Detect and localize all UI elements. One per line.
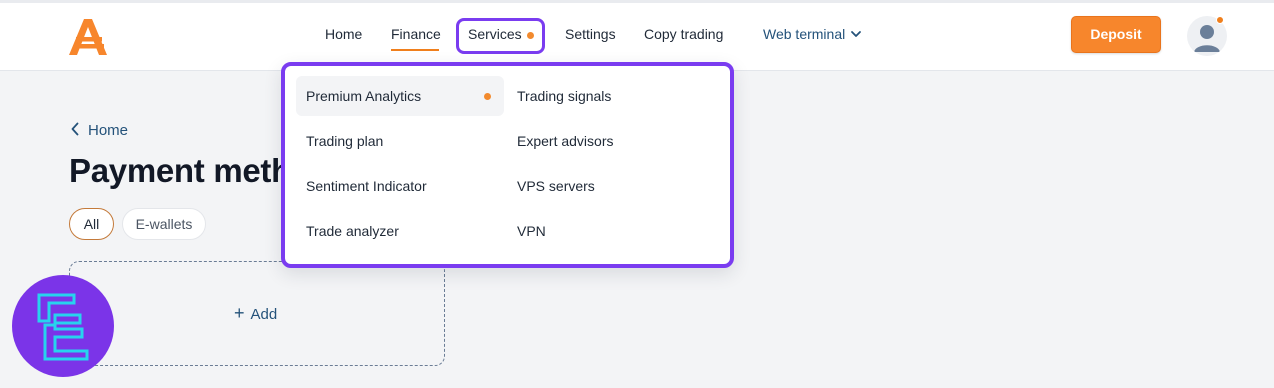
menu-item-vps-servers[interactable]: VPS servers [507, 166, 717, 206]
tc-logo-icon [37, 293, 89, 361]
menu-item-premium-analytics[interactable]: Premium Analytics [296, 76, 504, 116]
nav-copy-trading[interactable]: Copy trading [644, 24, 723, 44]
menu-item-sentiment-indicator[interactable]: Sentiment Indicator [296, 166, 504, 206]
brand-logo[interactable] [66, 17, 108, 57]
menu-item-vpn[interactable]: VPN [507, 211, 717, 251]
deposit-button[interactable]: Deposit [1071, 16, 1161, 53]
add-button[interactable]: + Add [234, 303, 277, 323]
menu-item-trade-analyzer[interactable]: Trade analyzer [296, 211, 504, 251]
back-link-label: Home [88, 122, 129, 139]
chevron-left-icon [71, 122, 79, 136]
plus-icon: + [234, 303, 245, 323]
chevron-down-icon[interactable] [850, 29, 862, 39]
nav-home[interactable]: Home [325, 24, 362, 44]
services-badge-dot [527, 32, 534, 39]
watermark-logo [12, 275, 114, 377]
menu-item-trading-signals[interactable]: Trading signals [507, 76, 717, 116]
add-label: Add [250, 306, 278, 323]
nav-settings[interactable]: Settings [565, 24, 616, 44]
nav-web-terminal[interactable]: Web terminal [763, 24, 845, 44]
menu-item-expert-advisors[interactable]: Expert advisors [507, 121, 717, 161]
menu-item-trading-plan[interactable]: Trading plan [296, 121, 504, 161]
filter-chip-ewallets[interactable]: E-wallets [122, 208, 206, 240]
page-title: Payment meth [69, 152, 291, 189]
filter-chip-all[interactable]: All [69, 208, 114, 240]
nav-finance-underline [391, 49, 439, 51]
notification-dot [1216, 16, 1224, 24]
nav-services[interactable]: Services [468, 24, 522, 44]
premium-analytics-badge-dot [484, 93, 491, 100]
nav-finance[interactable]: Finance [391, 24, 441, 44]
back-link[interactable]: Home [70, 121, 128, 141]
